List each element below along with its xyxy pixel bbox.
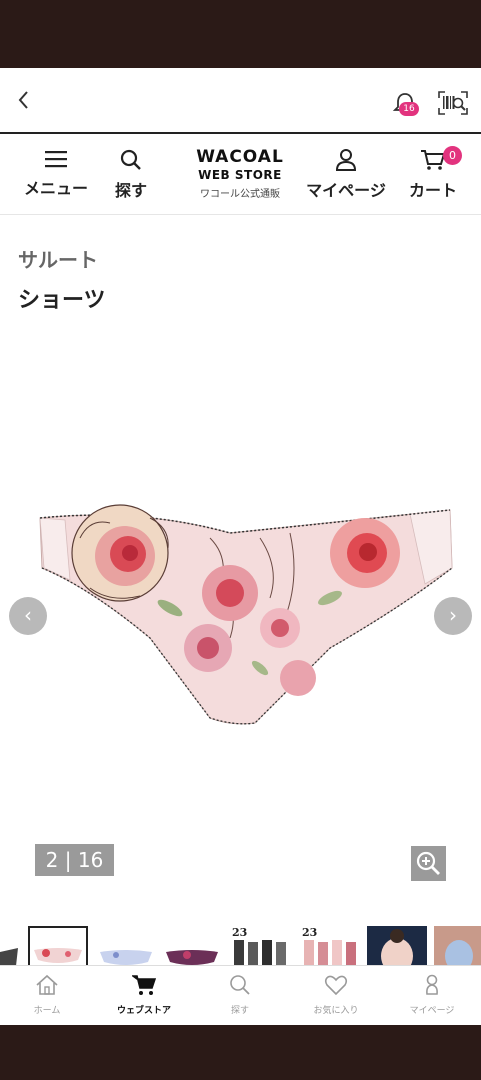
thumbnail-5-label: 23 — [232, 926, 248, 939]
thumbnail-3[interactable] — [96, 926, 156, 966]
thumbnail-4[interactable] — [162, 926, 222, 966]
menu-button[interactable]: メニュー — [22, 149, 90, 199]
cart-icon — [130, 975, 157, 995]
thumbnail-7[interactable] — [367, 926, 427, 966]
tab-home-label: ホーム — [33, 1006, 61, 1016]
thumbnail-strip: 23 23 — [0, 926, 481, 966]
thumbnail-6-label: 23 — [302, 926, 318, 939]
product-image[interactable] — [30, 498, 460, 728]
zoom-in-icon[interactable] — [411, 846, 446, 881]
next-image-button[interactable]: › — [434, 597, 472, 635]
status-bar — [0, 0, 481, 68]
wacoal-logo[interactable]: WACOAL WEB STORE ワコール公式通販 — [188, 147, 292, 200]
system-navigation-bar — [0, 1025, 481, 1080]
back-arrow-icon[interactable] — [14, 88, 36, 112]
cart-label: カート — [408, 181, 457, 200]
mypage-label: マイページ — [306, 181, 386, 200]
logo-line2: WEB STORE — [198, 168, 282, 182]
bottom-tab-bar: ホーム ウェブストア 探す お気に入り マイページ — [0, 965, 481, 1025]
search-label: 探す — [114, 181, 147, 200]
barcode-scan-icon[interactable] — [438, 91, 468, 115]
logo-line1: WACOAL — [196, 147, 284, 167]
site-header: メニュー 探す WACOAL WEB STORE ワコール公式通販 マイページ — [0, 135, 481, 215]
search-icon — [120, 149, 141, 170]
tab-webstore[interactable]: ウェブストア — [104, 974, 184, 1016]
top-nav-bar: 16 — [0, 68, 481, 134]
brand-name[interactable]: サルート — [18, 244, 98, 273]
tab-webstore-label: ウェブストア — [116, 1006, 171, 1016]
thumbnail-2-selected[interactable] — [28, 926, 88, 966]
app-screen: 16 メニュー 探す WACOAL WEB STORE ワコール公式通販 マイペ… — [0, 68, 481, 1025]
search-icon — [230, 975, 250, 995]
cart-count-badge: 0 — [443, 146, 462, 165]
search-button[interactable]: 探す — [109, 149, 153, 201]
tab-mypage-label: マイページ — [409, 1006, 455, 1016]
tab-favorites[interactable]: お気に入り — [296, 974, 376, 1016]
hamburger-icon — [45, 151, 67, 168]
home-icon — [36, 974, 58, 995]
thumbnail-1[interactable] — [0, 926, 20, 966]
logo-line3: ワコール公式通販 — [200, 189, 280, 200]
cart-icon — [421, 150, 446, 170]
heart-icon — [324, 975, 348, 996]
tab-search[interactable]: 探す — [200, 974, 280, 1016]
tab-favorites-label: お気に入り — [313, 1006, 359, 1016]
tab-mypage[interactable]: マイページ — [392, 974, 472, 1016]
product-title: ショーツ — [18, 288, 106, 313]
image-counter: 2 | 16 — [35, 844, 114, 876]
mypage-button[interactable]: マイページ — [302, 149, 390, 201]
tab-home[interactable]: ホーム — [7, 974, 87, 1016]
thumbnail-5[interactable]: 23 — [228, 926, 290, 966]
tab-search-label: 探す — [230, 1006, 249, 1016]
prev-image-button[interactable]: ‹ — [9, 597, 47, 635]
person-icon — [426, 974, 438, 995]
thumbnail-8[interactable] — [434, 926, 481, 966]
thumbnail-6[interactable]: 23 — [298, 926, 360, 966]
notification-badge: 16 — [399, 102, 419, 116]
person-icon — [335, 149, 357, 171]
menu-label: メニュー — [23, 179, 88, 198]
